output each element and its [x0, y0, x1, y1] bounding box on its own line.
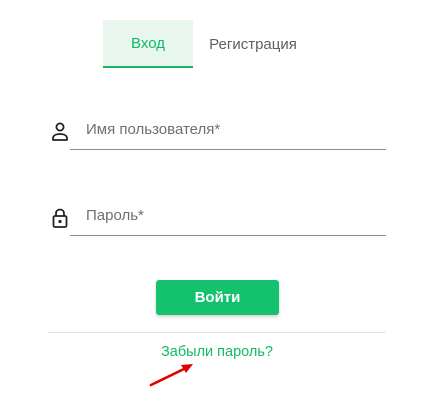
- tab-register-label: Регистрация: [209, 35, 297, 53]
- login-button[interactable]: Войти: [156, 280, 279, 315]
- password-field-row: [50, 196, 386, 236]
- username-field-row: [50, 110, 386, 150]
- forgot-password-link[interactable]: Забыли пароль?: [0, 344, 434, 360]
- username-input[interactable]: [70, 110, 386, 150]
- password-input[interactable]: [70, 196, 386, 236]
- lock-icon: [52, 208, 68, 228]
- user-icon: [52, 122, 68, 141]
- tab-login-label: Вход: [131, 34, 165, 52]
- divider: [48, 332, 386, 333]
- auth-tabs: Вход Регистрация: [103, 20, 313, 68]
- tab-register[interactable]: Регистрация: [193, 20, 313, 68]
- tab-login[interactable]: Вход: [103, 20, 193, 68]
- red-arrow-icon: [149, 364, 193, 387]
